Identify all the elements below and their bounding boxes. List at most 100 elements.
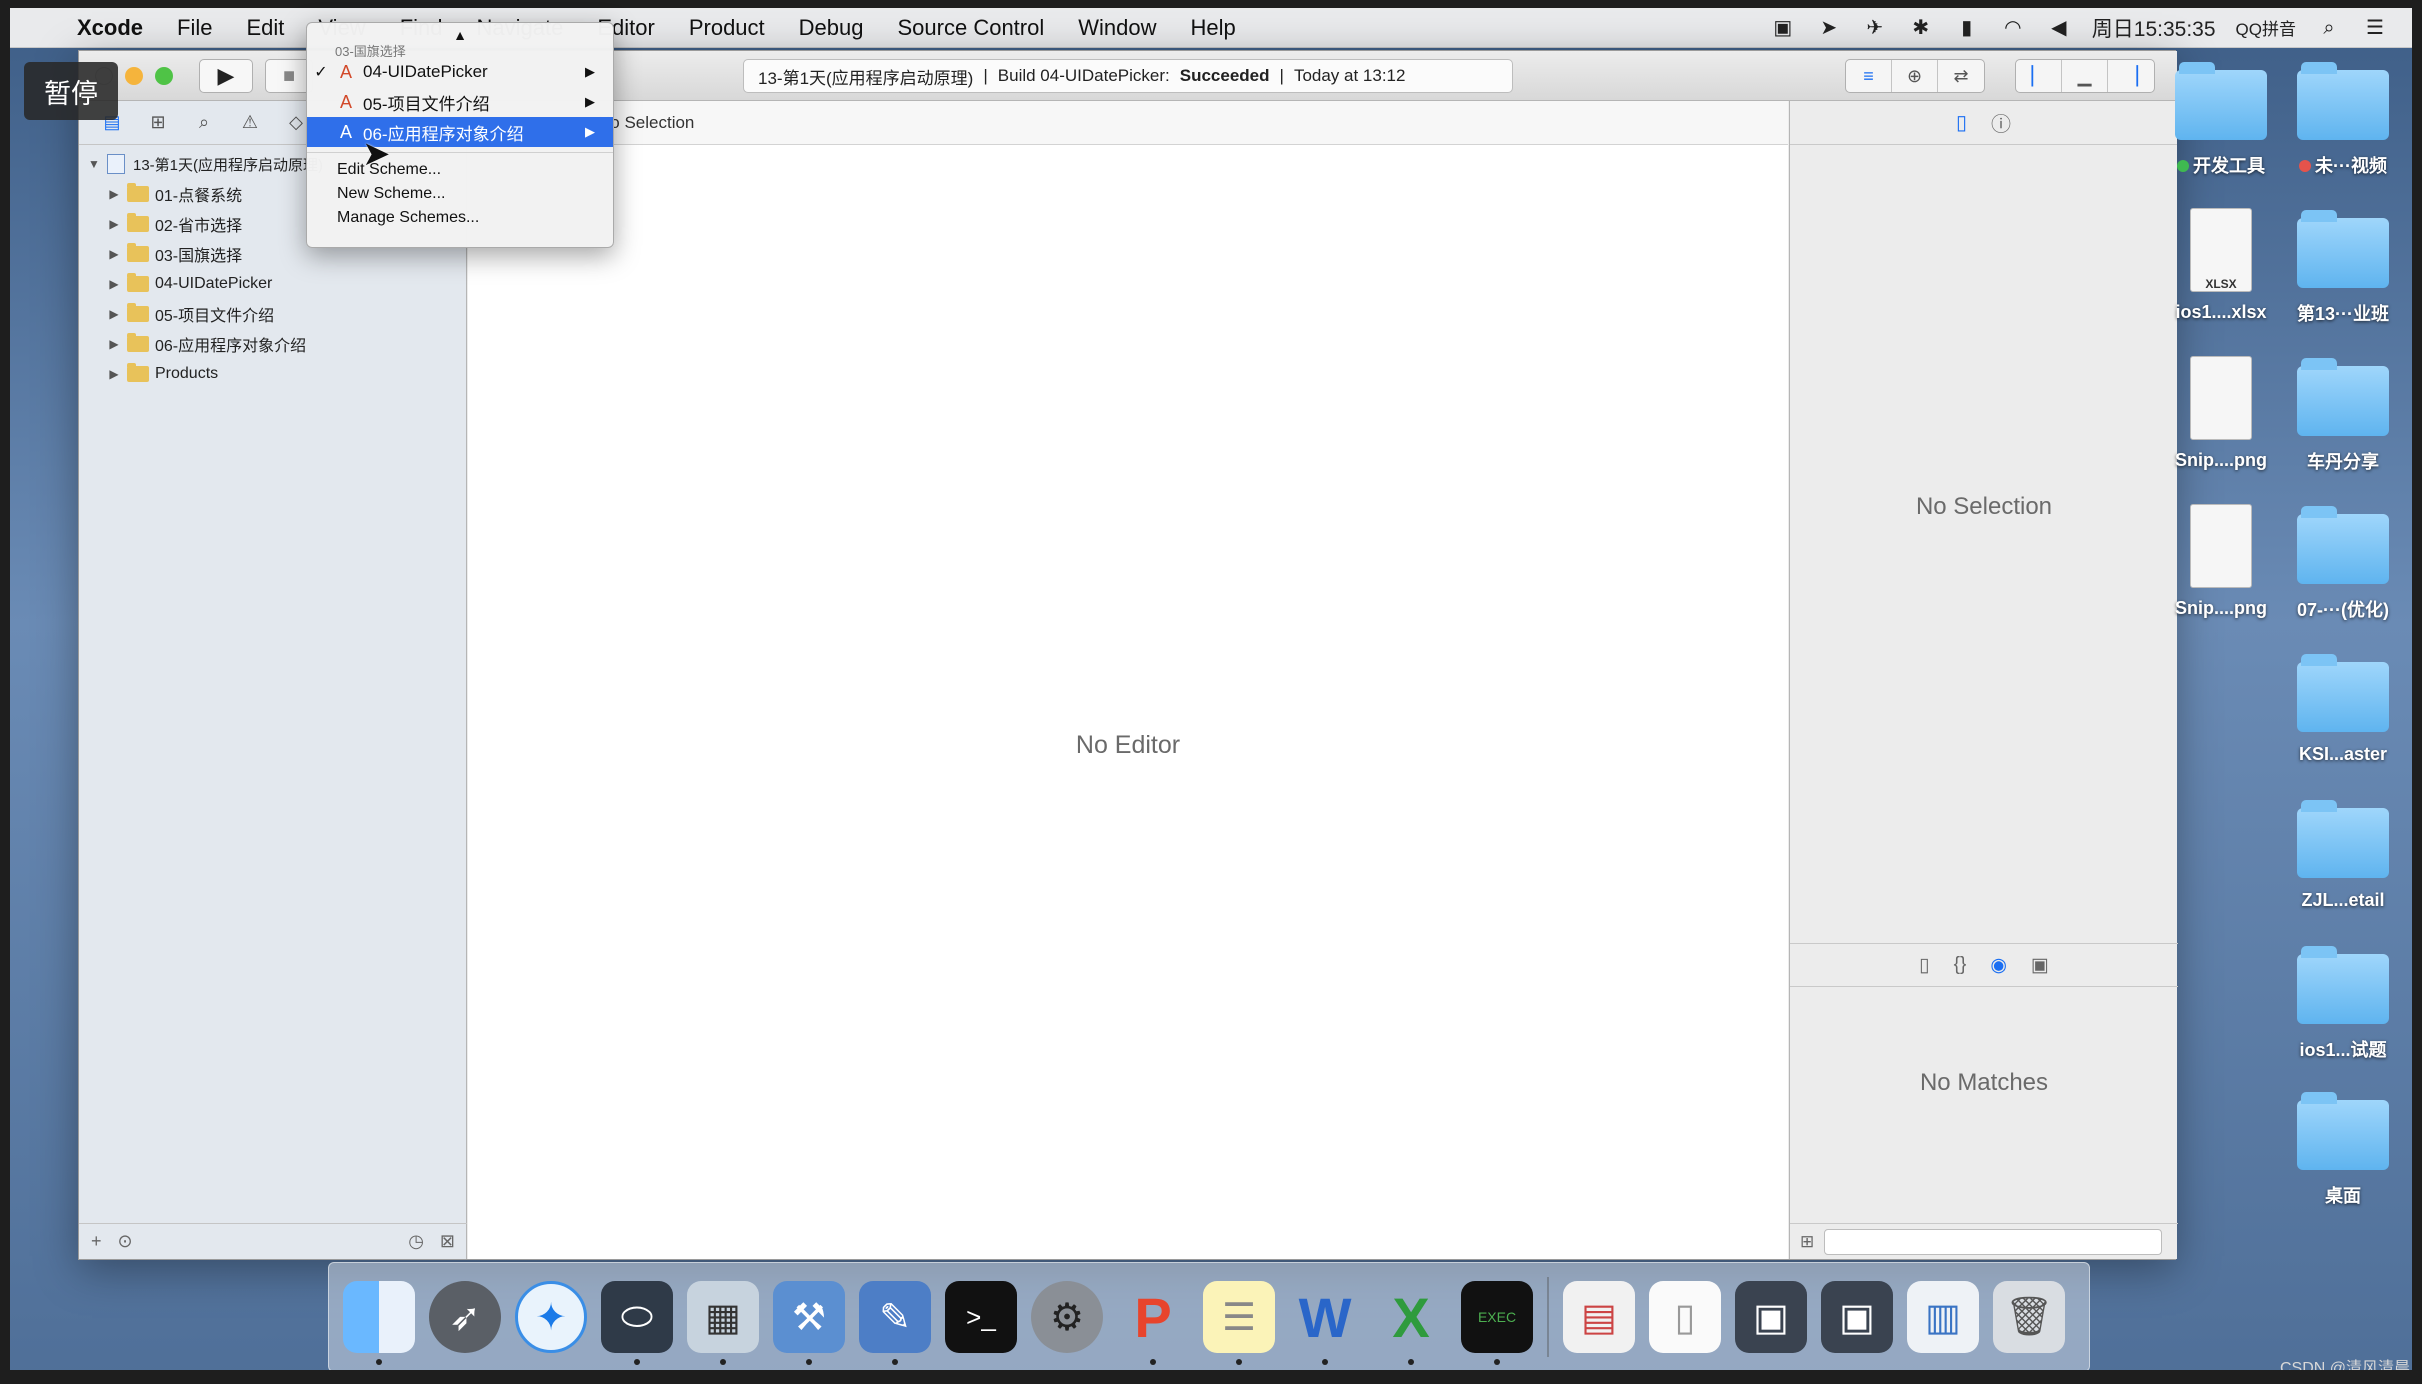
- desktop-icon[interactable]: 07-···(优化): [2278, 506, 2408, 622]
- powerpoint-icon[interactable]: P: [1117, 1281, 1189, 1365]
- new-scheme-item[interactable]: New Scheme...: [307, 182, 613, 206]
- navigator-toggle-icon[interactable]: ▏: [2016, 60, 2062, 92]
- dock: ➶ ✦ ⬭ ▦ ⚒ ✎ >_ ⚙ P ☰ W X EXEC ▤ ▯ ▣ ▣ ▥ …: [328, 1262, 2090, 1372]
- mouse-app-icon[interactable]: ⬭: [601, 1281, 673, 1365]
- desktop-icon[interactable]: 第13···业班: [2278, 210, 2408, 326]
- edit-scheme-item[interactable]: Edit Scheme...: [307, 158, 613, 182]
- disclosure-closed-icon[interactable]: ▶: [105, 337, 123, 351]
- disclosure-closed-icon[interactable]: ▶: [105, 217, 123, 231]
- word-icon[interactable]: W: [1289, 1281, 1361, 1365]
- lock-icon[interactable]: ▮: [1954, 16, 1980, 40]
- menu-edit[interactable]: Edit: [229, 15, 301, 41]
- desktop-icon[interactable]: XLSX ios1....xlsx: [2156, 208, 2286, 323]
- disclosure-open-icon[interactable]: ▼: [85, 157, 103, 171]
- menu-source-control[interactable]: Source Control: [881, 15, 1062, 41]
- media-library-icon[interactable]: ▣: [2031, 954, 2049, 977]
- inspector-empty-state: No Selection: [1915, 493, 2053, 520]
- desktop-icon[interactable]: Snip....png: [2156, 504, 2286, 619]
- tree-row[interactable]: ▶ 05-项目文件介绍: [79, 299, 466, 329]
- bluetooth-icon[interactable]: ✱: [1908, 16, 1934, 40]
- library-filter-input[interactable]: [1824, 1228, 2163, 1255]
- minimize-button[interactable]: [125, 67, 143, 85]
- desktop-icon[interactable]: KSI...aster: [2278, 654, 2408, 765]
- add-file-button[interactable]: +: [91, 1231, 102, 1252]
- scroll-up-arrow-icon[interactable]: ▲: [307, 27, 613, 43]
- code-snippet-library-icon[interactable]: {}: [1954, 954, 1967, 976]
- scheme-menu-item-partial[interactable]: 03-国旗选择: [307, 43, 613, 58]
- desktop-icon[interactable]: ZJL...etail: [2278, 800, 2408, 911]
- volume-icon[interactable]: ◀: [2046, 16, 2072, 40]
- scheme-item-04[interactable]: ✓ A 04-UIDatePicker ▶: [307, 57, 613, 87]
- screen-record-icon[interactable]: ▣: [1770, 16, 1796, 40]
- safari-icon[interactable]: ✦: [515, 1281, 587, 1353]
- clock[interactable]: 周日15:35:35: [2092, 13, 2216, 43]
- desktop-icon[interactable]: ios1...试题: [2278, 946, 2408, 1062]
- disclosure-closed-icon[interactable]: ▶: [105, 367, 123, 381]
- screenshot-stack-icon-2[interactable]: ▣: [1821, 1281, 1893, 1353]
- manage-schemes-item[interactable]: Manage Schemes...: [307, 206, 613, 230]
- jump-bar[interactable]: No Selection: [468, 101, 1788, 145]
- standard-editor-icon[interactable]: ≡: [1846, 60, 1892, 92]
- disclosure-closed-icon[interactable]: ▶: [105, 307, 123, 321]
- desktop-icon[interactable]: Snip....png: [2156, 356, 2286, 471]
- menu-debug[interactable]: Debug: [782, 15, 881, 41]
- input-method[interactable]: QQ拼音: [2236, 15, 2296, 40]
- menu-file[interactable]: File: [160, 15, 229, 41]
- quick-help-icon[interactable]: ⓘ: [1991, 108, 2011, 137]
- zoom-button[interactable]: [155, 67, 173, 85]
- desktop-icon[interactable]: 开发工具: [2156, 62, 2286, 178]
- notification-center-icon[interactable]: ☰: [2362, 16, 2388, 40]
- utilities-toggle-icon[interactable]: ▕: [2108, 60, 2154, 92]
- menu-help[interactable]: Help: [1174, 15, 1253, 41]
- tree-row[interactable]: ▶ 04-UIDatePicker: [79, 269, 466, 299]
- console-icon[interactable]: EXEC: [1461, 1281, 1533, 1365]
- assistant-editor-icon[interactable]: ⊕: [1892, 60, 1938, 92]
- folder-icon: [2175, 62, 2267, 140]
- menu-xcode[interactable]: Xcode: [60, 15, 160, 41]
- recent-files-icon[interactable]: ◷: [408, 1231, 424, 1252]
- keynote-icon[interactable]: ▦: [687, 1281, 759, 1365]
- screenshot-stack-icon[interactable]: ▣: [1735, 1281, 1807, 1353]
- system-preferences-icon[interactable]: ⚙: [1031, 1281, 1103, 1353]
- filter-icon[interactable]: ⊙: [118, 1231, 133, 1252]
- scheme-item-05[interactable]: A 05-项目文件介绍 ▶: [307, 87, 613, 117]
- symbol-navigator-icon[interactable]: ⊞: [145, 112, 171, 133]
- disclosure-closed-icon[interactable]: ▶: [105, 277, 123, 291]
- text-document-icon[interactable]: ▯: [1649, 1281, 1721, 1353]
- launchpad-icon[interactable]: ➶: [429, 1281, 501, 1353]
- airplane-icon[interactable]: ✈: [1862, 16, 1888, 40]
- issue-navigator-icon[interactable]: ⚠: [237, 112, 263, 133]
- location-icon[interactable]: ➤: [1816, 16, 1842, 40]
- grid-view-icon[interactable]: ⊞: [1800, 1232, 1814, 1252]
- disclosure-closed-icon[interactable]: ▶: [105, 247, 123, 261]
- excel-icon[interactable]: X: [1375, 1281, 1447, 1365]
- wifi-icon[interactable]: ◠: [2000, 16, 2026, 40]
- disclosure-closed-icon[interactable]: ▶: [105, 187, 123, 201]
- spotlight-icon[interactable]: ⌕: [2316, 16, 2342, 40]
- file-template-library-icon[interactable]: ▯: [1919, 954, 1929, 977]
- tree-row[interactable]: ▶ Products: [79, 359, 466, 389]
- menu-window[interactable]: Window: [1061, 15, 1173, 41]
- desktop-icon[interactable]: 未···视频: [2278, 62, 2408, 178]
- terminal-icon[interactable]: >_: [945, 1281, 1017, 1353]
- scheme-item-06[interactable]: A 06-应用程序对象介绍 ▶: [307, 117, 613, 147]
- notes-icon[interactable]: ☰: [1203, 1281, 1275, 1365]
- object-library-icon[interactable]: ◉: [1990, 954, 2007, 977]
- file-inspector-icon[interactable]: ▯: [1956, 110, 1967, 135]
- finder-icon[interactable]: [343, 1281, 415, 1365]
- find-navigator-icon[interactable]: ⌕: [191, 112, 217, 133]
- desktop-icon[interactable]: 桌面: [2278, 1092, 2408, 1208]
- xcode-icon[interactable]: ⚒: [773, 1281, 845, 1365]
- tree-row[interactable]: ▶ 06-应用程序对象介绍: [79, 329, 466, 359]
- downloads-stack-icon[interactable]: ▥: [1907, 1281, 1979, 1353]
- menu-product[interactable]: Product: [672, 15, 782, 41]
- version-editor-icon[interactable]: ⇄: [1938, 60, 1984, 92]
- run-button[interactable]: ▶: [199, 59, 253, 93]
- scm-filter-icon[interactable]: ⊠: [440, 1231, 467, 1252]
- debug-area-toggle-icon[interactable]: ▁: [2062, 60, 2108, 92]
- pause-badge[interactable]: 暂停: [24, 62, 118, 120]
- preview-document-icon[interactable]: ▤: [1563, 1281, 1635, 1353]
- instruments-icon[interactable]: ✎: [859, 1281, 931, 1365]
- desktop-icon[interactable]: 车丹分享: [2278, 358, 2408, 474]
- trash-icon[interactable]: 🗑: [1993, 1281, 2065, 1353]
